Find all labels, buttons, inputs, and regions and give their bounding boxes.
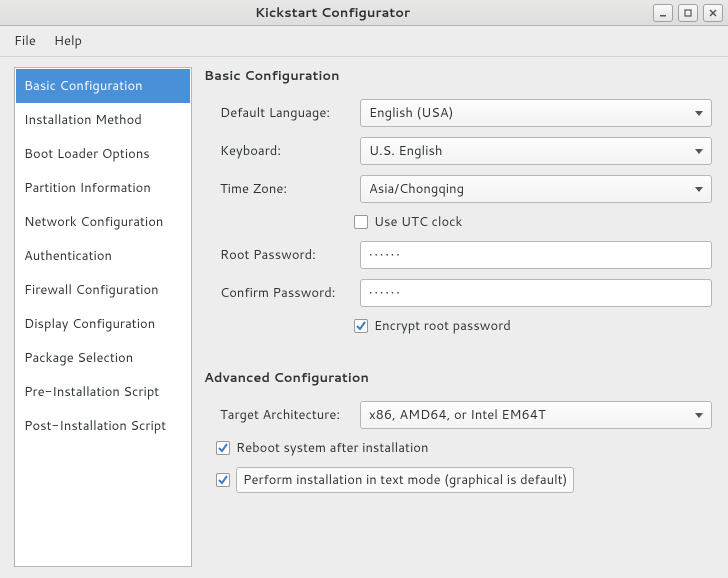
select-target-arch[interactable]: x86, AMD64, or Intel EM64T	[360, 401, 712, 429]
checkbox-textmode[interactable]	[216, 473, 230, 487]
chevron-down-icon	[695, 111, 703, 116]
sidebar-item-post-installation-script[interactable]: Post-Installation Script	[16, 409, 190, 443]
basic-configuration-heading: Basic Configuration	[204, 67, 712, 85]
row-target-arch: Target Architecture: x86, AMD64, or Inte…	[212, 401, 712, 429]
sidebar-item-network-configuration[interactable]: Network Configuration	[16, 205, 190, 239]
select-value: Asia/Chongqing	[369, 180, 689, 198]
sidebar-item-label: Pre-Installation Script	[24, 383, 159, 401]
sidebar-item-label: Firewall Configuration	[24, 281, 159, 299]
checkbox-reboot[interactable]	[216, 441, 230, 455]
advanced-configuration-heading: Advanced Configuration	[204, 369, 712, 387]
close-button[interactable]	[703, 4, 723, 22]
select-value: x86, AMD64, or Intel EM64T	[369, 406, 689, 424]
sidebar-item-label: Boot Loader Options	[24, 145, 150, 163]
menu-file[interactable]: File	[14, 32, 36, 50]
chevron-down-icon	[695, 413, 703, 418]
label-encrypt: Encrypt root password	[374, 317, 511, 335]
label-confirm-password: Confirm Password:	[212, 284, 352, 302]
main-layout: Basic Configuration Installation Method …	[0, 57, 728, 577]
sidebar-item-basic-configuration[interactable]: Basic Configuration	[16, 69, 190, 103]
sidebar-item-label: Installation Method	[24, 111, 142, 129]
row-textmode: Perform installation in text mode (graph…	[216, 467, 712, 493]
content-panel: Basic Configuration Default Language: En…	[202, 67, 714, 567]
label-keyboard: Keyboard:	[212, 142, 352, 160]
select-keyboard[interactable]: U.S. English	[360, 137, 712, 165]
sidebar-item-display-configuration[interactable]: Display Configuration	[16, 307, 190, 341]
sidebar-item-pre-installation-script[interactable]: Pre-Installation Script	[16, 375, 190, 409]
sidebar-item-label: Network Configuration	[24, 213, 163, 231]
password-value: ••••••	[369, 247, 402, 263]
row-utc: Use UTC clock	[354, 213, 712, 231]
maximize-button[interactable]	[678, 4, 698, 22]
input-confirm-password[interactable]: ••••••	[360, 279, 712, 307]
select-default-language[interactable]: English (USA)	[360, 99, 712, 127]
select-value: U.S. English	[369, 142, 689, 160]
menubar: File Help	[0, 26, 728, 57]
chevron-down-icon	[695, 187, 703, 192]
password-value: ••••••	[369, 285, 402, 301]
sidebar-item-firewall-configuration[interactable]: Firewall Configuration	[16, 273, 190, 307]
titlebar: Kickstart Configurator	[0, 0, 728, 26]
label-default-language: Default Language:	[212, 104, 352, 122]
sidebar-item-label: Package Selection	[24, 349, 133, 367]
sidebar-item-label: Authentication	[24, 247, 112, 265]
window-title: Kickstart Configurator	[12, 4, 653, 22]
sidebar-item-package-selection[interactable]: Package Selection	[16, 341, 190, 375]
label-target-arch: Target Architecture:	[212, 406, 352, 424]
sidebar-item-label: Display Configuration	[24, 315, 155, 333]
label-root-password: Root Password:	[212, 246, 352, 264]
sidebar-item-installation-method[interactable]: Installation Method	[16, 103, 190, 137]
checkbox-utc[interactable]	[354, 215, 368, 229]
minimize-button[interactable]	[653, 4, 673, 22]
sidebar-item-label: Partition Information	[24, 179, 151, 197]
label-textmode: Perform installation in text mode (graph…	[236, 467, 574, 493]
sidebar-item-label: Post-Installation Script	[24, 417, 166, 435]
sidebar-item-authentication[interactable]: Authentication	[16, 239, 190, 273]
sidebar-item-boot-loader-options[interactable]: Boot Loader Options	[16, 137, 190, 171]
chevron-down-icon	[695, 149, 703, 154]
row-encrypt: Encrypt root password	[354, 317, 712, 335]
sidebar: Basic Configuration Installation Method …	[14, 67, 192, 567]
row-root-password: Root Password: ••••••	[212, 241, 712, 269]
checkbox-encrypt[interactable]	[354, 319, 368, 333]
row-default-language: Default Language: English (USA)	[212, 99, 712, 127]
row-timezone: Time Zone: Asia/Chongqing	[212, 175, 712, 203]
row-reboot: Reboot system after installation	[216, 439, 712, 457]
label-timezone: Time Zone:	[212, 180, 352, 198]
row-keyboard: Keyboard: U.S. English	[212, 137, 712, 165]
input-root-password[interactable]: ••••••	[360, 241, 712, 269]
sidebar-item-partition-information[interactable]: Partition Information	[16, 171, 190, 205]
label-reboot: Reboot system after installation	[236, 439, 428, 457]
menu-help[interactable]: Help	[54, 32, 82, 50]
sidebar-item-label: Basic Configuration	[24, 77, 143, 95]
select-timezone[interactable]: Asia/Chongqing	[360, 175, 712, 203]
window-controls	[653, 4, 728, 22]
row-confirm-password: Confirm Password: ••••••	[212, 279, 712, 307]
label-utc: Use UTC clock	[374, 213, 462, 231]
select-value: English (USA)	[369, 104, 689, 122]
